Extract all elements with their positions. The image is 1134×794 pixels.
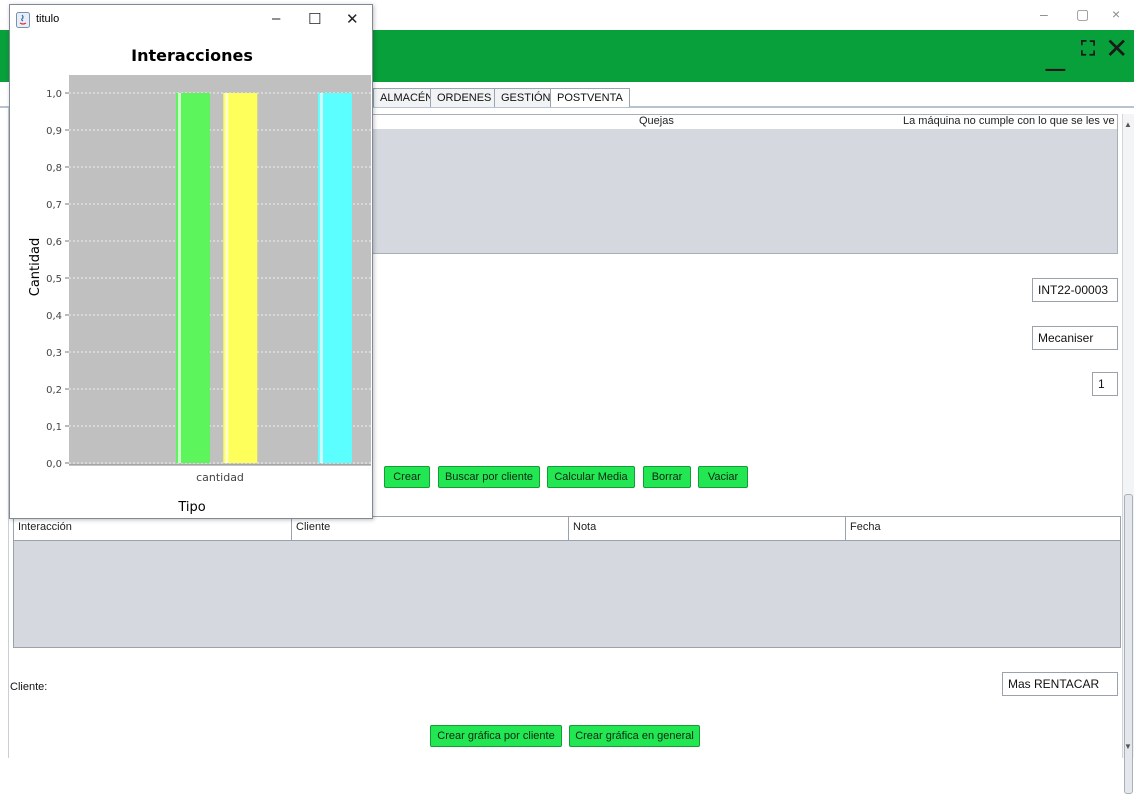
y-tick-label: 0,6 <box>46 237 62 248</box>
header-close-button[interactable]: ✕ <box>1105 34 1128 64</box>
bar-chart: Interacciones Tipo Cantidad 0,0 0,1 0,2 0,3… <box>28 46 371 515</box>
calcular-media-button[interactable]: Calcular Media <box>547 466 635 488</box>
grafica-general-button[interactable]: Crear gráfica en general <box>569 725 700 747</box>
y-tick-label: 0,3 <box>46 348 62 359</box>
bar-highlight <box>178 93 181 463</box>
maximize-button[interactable]: ▢ <box>1076 6 1089 23</box>
row-description: La máquina no cumple con lo que se les v… <box>903 115 1115 127</box>
column-header-interaccion[interactable]: Interacción <box>14 517 292 541</box>
interactions-table[interactable]: Interacción Cliente Nota Fecha <box>13 516 1121 648</box>
table-header: Interacción Cliente Nota Fecha <box>14 517 1120 541</box>
crear-button[interactable]: Crear <box>384 466 430 488</box>
y-tick-label: 0,9 <box>46 126 62 137</box>
code-field[interactable]: INT22-00003 <box>1032 278 1118 302</box>
x-category-label: cantidad <box>196 471 244 484</box>
quantity-field[interactable]: 1 <box>1092 372 1118 396</box>
company-field[interactable]: Mecaniser <box>1032 326 1118 350</box>
column-header-nota[interactable]: Nota <box>569 517 846 541</box>
bar-highlight <box>225 93 229 463</box>
chart-window-titlebar[interactable]: titulo – ☐ ✕ <box>10 5 372 35</box>
java-icon <box>16 12 30 28</box>
row-type: Quejas <box>639 115 674 127</box>
x-axis-label: Tipo <box>177 500 205 515</box>
minimize-button[interactable]: – <box>1040 6 1048 22</box>
vaciar-button[interactable]: Vaciar <box>698 466 748 488</box>
vertical-scrollbar[interactable]: ▲ ▼ <box>1122 114 1134 794</box>
y-tick-label: 0,0 <box>46 459 62 470</box>
buscar-por-cliente-button[interactable]: Buscar por cliente <box>438 466 540 488</box>
complaints-table[interactable]: Quejas La máquina no cumple con lo que s… <box>372 114 1118 254</box>
cliente-label: Cliente: <box>10 681 48 693</box>
bar-series-1 <box>223 93 258 463</box>
bar-series-0 <box>176 93 210 463</box>
y-axis-label: Cantidad <box>28 238 43 296</box>
chart-minimize-button[interactable]: – <box>272 10 280 27</box>
y-tick-label: 0,5 <box>46 274 62 285</box>
y-tick-label: 0,2 <box>46 385 62 396</box>
bar-highlight <box>319 93 323 463</box>
y-tick-label: 0,8 <box>46 163 62 174</box>
bar-series-3 <box>317 93 352 463</box>
cliente-field[interactable]: Mas RENTACAR <box>1002 672 1118 696</box>
y-tick-label: 1,0 <box>46 89 62 100</box>
borrar-button[interactable]: Borrar <box>643 466 691 488</box>
chart-window[interactable]: titulo – ☐ ✕ Interacciones Tipo Cantidad… <box>9 4 373 519</box>
chart-window-title: titulo <box>36 13 60 25</box>
column-header-fecha[interactable]: Fecha <box>846 517 1122 541</box>
chart-maximize-button[interactable]: ☐ <box>308 10 321 28</box>
header-expand-button[interactable]: ⛶ <box>1081 38 1095 60</box>
tab-postventa[interactable]: POSTVENTA <box>550 88 630 107</box>
grafica-cliente-button[interactable]: Crear gráfica por cliente <box>430 725 562 747</box>
y-tick-label: 0,4 <box>46 311 62 322</box>
y-tick-label: 0,1 <box>46 422 62 433</box>
close-button[interactable]: × <box>1112 6 1120 22</box>
tab-ordenes[interactable]: ORDENES <box>430 88 499 107</box>
y-tick-label: 0,7 <box>46 200 62 211</box>
scroll-up-icon[interactable]: ▲ <box>1124 120 1132 129</box>
chart-title: Interacciones <box>131 46 253 65</box>
column-header-cliente[interactable]: Cliente <box>292 517 569 541</box>
tab-gestion[interactable]: GESTIÓN <box>494 88 558 107</box>
table-row[interactable]: Quejas La máquina no cumple con lo que s… <box>373 115 1117 129</box>
chart-close-button[interactable]: ✕ <box>346 10 359 28</box>
scroll-down-icon[interactable]: ▼ <box>1124 742 1132 751</box>
header-minimize-button[interactable]: _ <box>1046 36 1065 70</box>
